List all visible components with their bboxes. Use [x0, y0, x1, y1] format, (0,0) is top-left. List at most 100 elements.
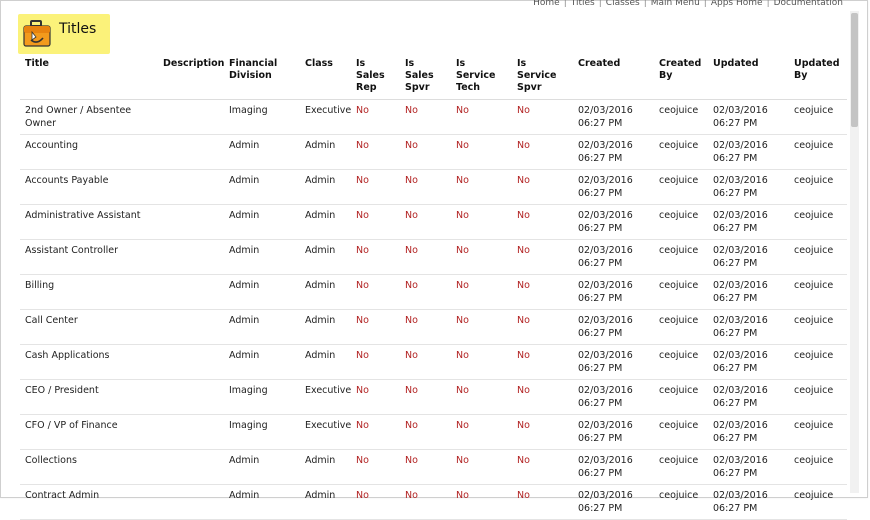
cell-is-sales-spvr: No [400, 204, 451, 240]
cell-is-sales-rep: No [351, 169, 400, 205]
cell-description [158, 204, 224, 240]
cell-created-part: 02/03/2016 [578, 105, 633, 116]
cell-updated: 02/03/2016 06:27 PM [708, 449, 789, 485]
cell-title: Collections [20, 449, 158, 485]
column-header-created-by[interactable]: Created By [654, 55, 708, 100]
cell-description [158, 449, 224, 485]
cell-updated: 02/03/2016 06:27 PM [708, 169, 789, 205]
nav-link-apps-home[interactable]: Apps Home [711, 0, 763, 8]
table-row[interactable]: Accounts Payable Admin Admin No No No No 02/03/… [20, 169, 847, 205]
column-header-title[interactable]: Title [20, 55, 158, 100]
column-header-class[interactable]: Class [300, 55, 351, 100]
scrollbar-thumb[interactable] [851, 13, 858, 127]
cell-title: Assistant Controller [20, 239, 158, 275]
cell-financial-division: Admin [224, 274, 300, 310]
table-row[interactable]: Cash Applications Admin Admin No No No No 02/03… [20, 344, 847, 380]
cell-class: Admin [300, 134, 351, 170]
cell-description [158, 414, 224, 450]
cell-updated-part: 06:27 PM [713, 223, 758, 234]
table-row[interactable]: Collections Admin Admin No No No No 02/03/2016 0… [20, 449, 847, 485]
cell-updated: 02/03/2016 06:27 PM [708, 414, 789, 450]
table-row[interactable]: Contract Admin Admin Admin No No No No 02/03/20… [20, 484, 847, 520]
cell-financial-division: Admin [224, 484, 300, 520]
nav-link-titles[interactable]: Titles [571, 0, 595, 8]
column-header-created[interactable]: Created [573, 55, 654, 100]
cell-created: 02/03/2016 06:27 PM [573, 484, 654, 520]
cell-created-part: 06:27 PM [578, 118, 623, 129]
cell-updated-part: 06:27 PM [713, 118, 758, 129]
cell-is-sales-rep: No [351, 204, 400, 240]
nav-link-classes[interactable]: Classes [606, 0, 640, 8]
cell-is-sales-spvr: No [400, 449, 451, 485]
column-header-updated[interactable]: Updated [708, 55, 789, 100]
table-row[interactable]: Billing Admin Admin No No No No 02/03/2016 06:27… [20, 274, 847, 310]
cell-updated: 02/03/2016 06:27 PM [708, 204, 789, 240]
table-row[interactable]: Call Center Admin Admin No No No No 02/03/2016 0… [20, 309, 847, 345]
column-header-is-sales-spvr[interactable]: Is Sales Spvr [400, 55, 451, 100]
cell-class: Executive [300, 99, 351, 135]
cell-title: Contract Admin [20, 484, 158, 520]
briefcase-icon [23, 20, 51, 47]
cell-is-service-tech: No [451, 99, 512, 135]
nav-link-documentation[interactable]: Documentation [774, 0, 843, 8]
cell-is-service-tech: No [451, 449, 512, 485]
nav-link-home[interactable]: Home [533, 0, 560, 8]
cell-created: 02/03/2016 06:27 PM [573, 169, 654, 205]
cell-is-service-tech: No [451, 309, 512, 345]
table-header-row: Title Description Financial Division Cla… [20, 55, 847, 100]
cell-created: 02/03/2016 06:27 PM [573, 99, 654, 135]
cell-updated: 02/03/2016 06:27 PM [708, 379, 789, 415]
cell-is-service-tech: No [451, 239, 512, 275]
cell-description [158, 309, 224, 345]
cell-financial-division: Imaging [224, 379, 300, 415]
table-row[interactable]: Accounting Admin Admin No No No No 02/03/2016 06… [20, 134, 847, 170]
cell-created-part: 02/03/2016 [578, 280, 633, 291]
cell-updated-part: 02/03/2016 [713, 140, 768, 151]
cell-updated: 02/03/2016 06:27 PM [708, 484, 789, 520]
cell-updated: 02/03/2016 06:27 PM [708, 344, 789, 380]
cell-is-sales-rep: No [351, 134, 400, 170]
column-header-financial-division[interactable]: Financial Division [224, 55, 300, 100]
cell-class: Executive [300, 379, 351, 415]
table-row[interactable]: CFO / VP of Finance Imaging Executive No No N… [20, 414, 847, 450]
nav-link-main-menu[interactable]: Main Menu [651, 0, 700, 8]
cell-is-service-spvr: No [512, 449, 573, 485]
cell-updated-by: ceojuice [789, 169, 847, 205]
vertical-scrollbar[interactable] [850, 11, 859, 493]
cell-updated-part: 06:27 PM [713, 153, 758, 164]
column-header-updated-by[interactable]: Updated By [789, 55, 847, 100]
cell-updated-part: 06:27 PM [713, 188, 758, 199]
cell-is-sales-spvr: No [400, 169, 451, 205]
column-header-is-service-tech[interactable]: Is Service Tech [451, 55, 512, 100]
cell-created-part: 02/03/2016 [578, 455, 633, 466]
cell-description [158, 379, 224, 415]
column-header-description[interactable]: Description [158, 55, 224, 100]
cell-created: 02/03/2016 06:27 PM [573, 379, 654, 415]
cell-class: Admin [300, 484, 351, 520]
cell-updated-part: 06:27 PM [713, 433, 758, 444]
cell-created-part: 06:27 PM [578, 433, 623, 444]
cell-is-service-tech: No [451, 484, 512, 520]
cell-is-sales-rep: No [351, 379, 400, 415]
cell-is-service-spvr: No [512, 204, 573, 240]
cell-financial-division: Admin [224, 344, 300, 380]
cell-class: Admin [300, 274, 351, 310]
cell-is-service-spvr: No [512, 239, 573, 275]
cell-updated-part: 06:27 PM [713, 468, 758, 479]
table-row[interactable]: CEO / President Imaging Executive No No No No 0… [20, 379, 847, 415]
page-header: Titles [18, 14, 110, 54]
cell-updated-by: ceojuice [789, 414, 847, 450]
table-row[interactable]: 2nd Owner / Absentee Owner Imaging Executi… [20, 99, 847, 135]
table-row[interactable]: Assistant Controller Admin Admin No No No No 02… [20, 239, 847, 275]
cell-title: Administrative Assistant [20, 204, 158, 240]
cell-description [158, 484, 224, 520]
column-header-is-service-spvr[interactable]: Is Service Spvr [512, 55, 573, 100]
cell-title: Cash Applications [20, 344, 158, 380]
cell-updated-by: ceojuice [789, 134, 847, 170]
cell-created-part: 02/03/2016 [578, 350, 633, 361]
titles-table: Title Description Financial Division Cla… [20, 55, 847, 520]
cell-description [158, 134, 224, 170]
cell-description [158, 344, 224, 380]
column-header-is-sales-rep[interactable]: Is Sales Rep [351, 55, 400, 100]
table-row[interactable]: Administrative Assistant Admin Admin No No No… [20, 204, 847, 240]
